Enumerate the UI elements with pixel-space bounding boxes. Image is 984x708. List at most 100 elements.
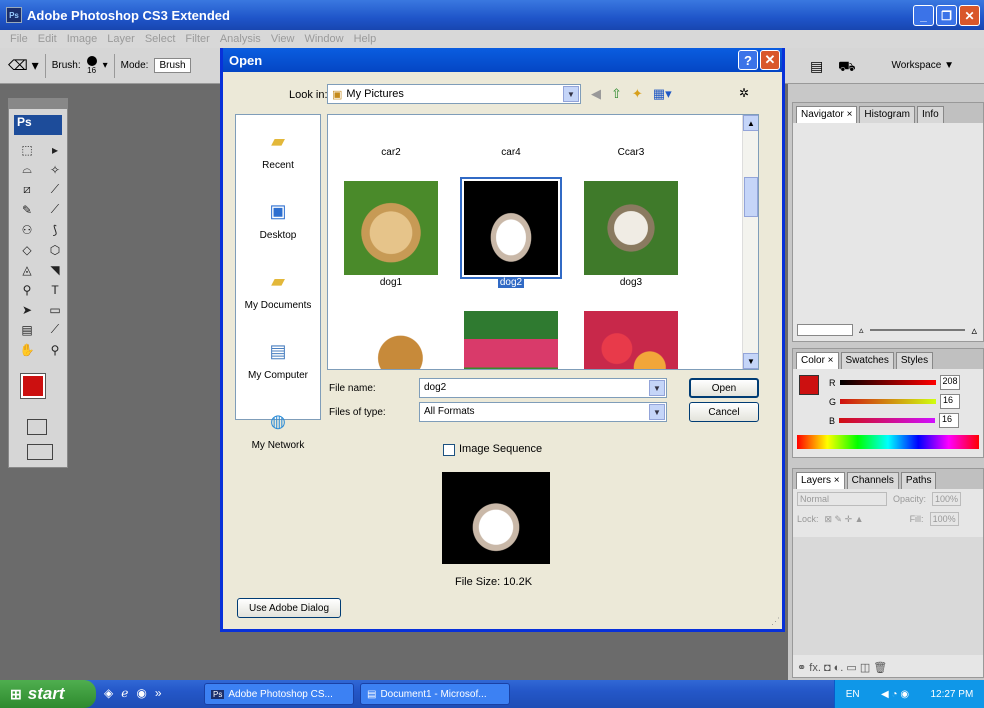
file-thumbnail-dog3[interactable]: [584, 181, 678, 275]
file-label[interactable]: dog3: [584, 277, 678, 288]
up-folder-icon[interactable]: ⇧: [611, 86, 622, 102]
bridge-icon[interactable]: ⛟: [838, 58, 856, 77]
start-button[interactable]: ⊞ start: [0, 680, 96, 708]
tab-navigator[interactable]: Navigator ×: [796, 106, 858, 123]
lasso-tool-icon[interactable]: ⌓: [15, 161, 39, 178]
dodge-tool-icon[interactable]: ◥: [43, 261, 67, 278]
file-label[interactable]: car4: [464, 147, 558, 158]
marquee-tool-icon[interactable]: ⬚: [15, 141, 39, 158]
tab-histogram[interactable]: Histogram: [859, 106, 915, 123]
tab-styles[interactable]: Styles: [895, 352, 934, 369]
place-recent[interactable]: ▰ Recent: [236, 115, 320, 185]
scroll-up-icon[interactable]: ▲: [743, 115, 758, 131]
file-thumbnail-flower-field[interactable]: [464, 311, 558, 369]
chevron-down-icon[interactable]: ▾: [103, 60, 108, 71]
use-adobe-dialog-button[interactable]: Use Adobe Dialog: [237, 598, 341, 618]
fill-value[interactable]: 100%: [929, 512, 959, 526]
file-list[interactable]: car2 car4 Ccar3 dog1 dog2 dog3 ▲ ▼: [327, 114, 759, 370]
menu-window[interactable]: Window: [304, 33, 343, 45]
open-button[interactable]: Open: [689, 378, 759, 398]
file-label[interactable]: Ccar3: [584, 147, 678, 158]
show-desktop-icon[interactable]: ◈: [104, 686, 113, 700]
chevron-down-icon[interactable]: ▼: [649, 404, 665, 420]
path-selection-tool-icon[interactable]: ➤: [15, 301, 39, 318]
new-folder-icon[interactable]: ✦: [632, 86, 643, 102]
paint-bucket-tool-icon[interactable]: ⬡: [43, 241, 67, 258]
browser-icon[interactable]: ◉: [136, 686, 146, 700]
file-thumbnail-car2[interactable]: [344, 115, 438, 129]
task-photoshop[interactable]: Ps Adobe Photoshop CS...: [204, 683, 354, 705]
place-my-computer[interactable]: ▤ My Computer: [236, 325, 320, 395]
zoom-tool-icon[interactable]: ⚲: [43, 341, 67, 358]
view-menu-icon[interactable]: ▦▾: [653, 86, 672, 102]
place-my-documents[interactable]: ▰ My Documents: [236, 255, 320, 325]
file-label-selected[interactable]: dog2: [464, 277, 558, 288]
navigator-zoom-slider[interactable]: ▵ ▵: [797, 323, 977, 337]
menu-file[interactable]: File: [10, 33, 28, 45]
chevron-down-icon[interactable]: ▼: [649, 380, 665, 396]
zoom-in-icon[interactable]: ▵: [971, 324, 977, 337]
notes-tool-icon[interactable]: ▤: [15, 321, 39, 338]
magic-wand-tool-icon[interactable]: ✧: [43, 161, 67, 178]
opacity-value[interactable]: 100%: [932, 492, 962, 506]
eraser-tool-icon[interactable]: ◇: [15, 241, 39, 258]
task-word[interactable]: ▤ Document1 - Microsof...: [360, 683, 510, 705]
b-slider[interactable]: [839, 418, 936, 423]
clone-stamp-tool-icon[interactable]: ⚇: [15, 221, 39, 238]
menu-select[interactable]: Select: [145, 33, 176, 45]
dialog-title-bar[interactable]: Open ? ✕: [223, 48, 782, 72]
restore-button[interactable]: ❐: [936, 5, 957, 26]
file-thumbnail-ccar3[interactable]: [584, 115, 678, 129]
brush-picker[interactable]: 16: [86, 56, 97, 75]
image-sequence-checkbox[interactable]: [443, 444, 455, 456]
color-preview-swatch[interactable]: [799, 375, 819, 395]
crop-tool-icon[interactable]: ⧄: [15, 181, 39, 198]
language-indicator[interactable]: EN: [846, 689, 860, 700]
minimize-button[interactable]: _: [913, 5, 934, 26]
tab-channels[interactable]: Channels: [846, 472, 899, 489]
workspace-menu[interactable]: Workspace ▼: [891, 60, 954, 71]
r-slider[interactable]: [839, 380, 936, 385]
help-button[interactable]: ?: [738, 50, 758, 70]
filename-input[interactable]: dog2 ▼: [419, 378, 667, 398]
file-thumbnail-golden-dog[interactable]: [344, 311, 438, 369]
g-value[interactable]: 16: [940, 394, 961, 409]
brush-tool-icon[interactable]: ⟋: [43, 201, 67, 218]
image-sequence-label[interactable]: Image Sequence: [459, 443, 542, 455]
tab-layers[interactable]: Layers ×: [796, 472, 845, 489]
scroll-thumb[interactable]: [744, 177, 758, 217]
tab-paths[interactable]: Paths: [900, 472, 937, 489]
g-slider[interactable]: [840, 399, 937, 404]
adobe-bridge-icon[interactable]: ✲: [739, 86, 749, 100]
tab-swatches[interactable]: Swatches: [840, 352, 894, 369]
back-icon[interactable]: ◀: [591, 86, 601, 102]
mode-select[interactable]: Brush: [154, 58, 191, 73]
tab-info[interactable]: Info: [917, 106, 944, 123]
blur-tool-icon[interactable]: ◬: [15, 261, 39, 278]
chevron-down-icon[interactable]: ▼: [563, 86, 579, 102]
quick-mask-icon[interactable]: [27, 419, 47, 435]
pen-tool-icon[interactable]: ⚲: [15, 281, 39, 298]
filetype-select[interactable]: All Formats ▼: [419, 402, 667, 422]
close-button[interactable]: ✕: [959, 5, 980, 26]
ie-icon[interactable]: ℯ: [121, 686, 128, 700]
zoom-field[interactable]: [797, 324, 853, 336]
place-desktop[interactable]: ▣ Desktop: [236, 185, 320, 255]
foreground-color-swatch[interactable]: [20, 373, 46, 399]
menu-view[interactable]: View: [271, 33, 295, 45]
file-thumbnail-dog2[interactable]: [460, 177, 562, 279]
file-thumbnail-dog1[interactable]: [344, 181, 438, 275]
menu-edit[interactable]: Edit: [38, 33, 57, 45]
chevron-right-icon[interactable]: »: [155, 686, 162, 700]
clock[interactable]: 12:27 PM: [930, 689, 973, 700]
vertical-scrollbar[interactable]: ▲ ▼: [742, 115, 758, 369]
scroll-down-icon[interactable]: ▼: [743, 353, 758, 369]
resize-grip-icon[interactable]: ⋰: [771, 616, 780, 627]
layers-list[interactable]: [793, 537, 983, 655]
move-tool-icon[interactable]: ▸: [43, 141, 67, 158]
tray-icons[interactable]: ◀ ◔ ◉: [881, 689, 909, 700]
dialog-close-button[interactable]: ✕: [760, 50, 780, 70]
file-label[interactable]: dog1: [344, 277, 438, 288]
healing-brush-tool-icon[interactable]: ✎: [15, 201, 39, 218]
ps-badge[interactable]: Ps: [14, 115, 62, 135]
